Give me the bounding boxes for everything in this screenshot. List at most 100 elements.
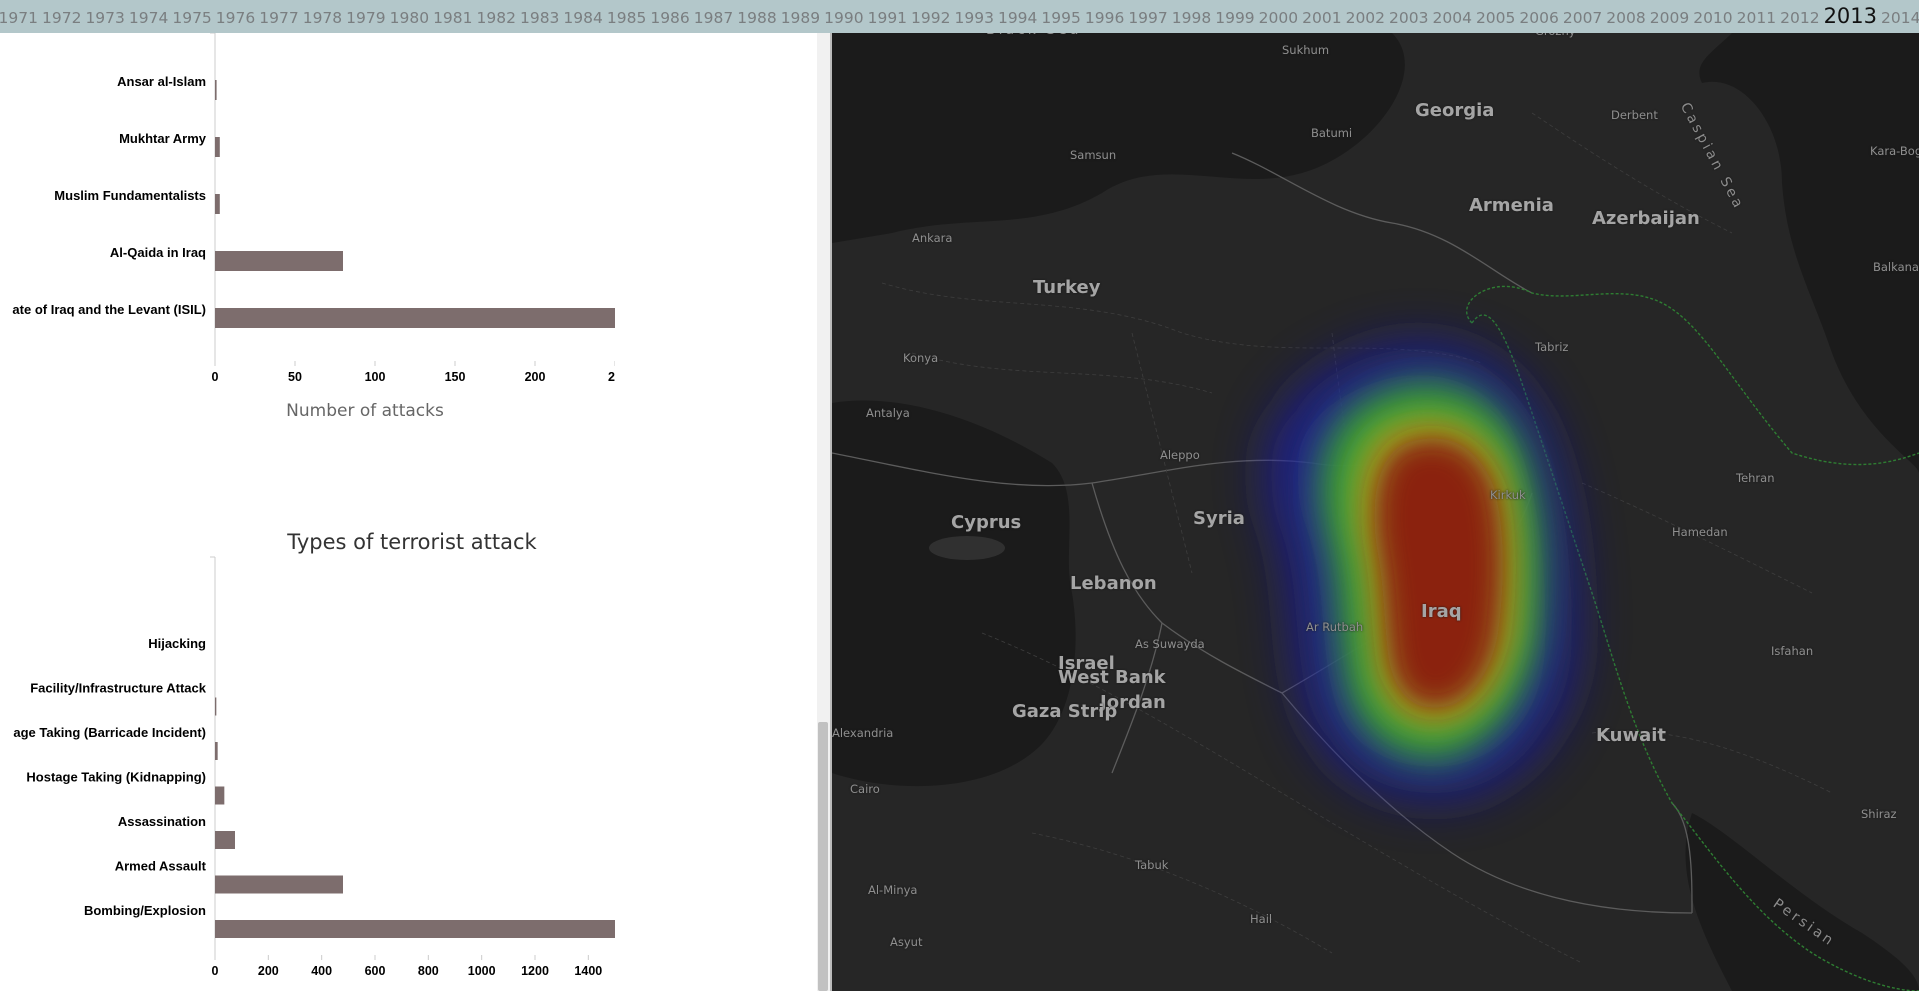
category-label: Mukhtar Army [119, 131, 207, 146]
year-1979[interactable]: 1979 [344, 9, 387, 27]
year-1971[interactable]: 1971 [0, 9, 40, 27]
year-1994[interactable]: 1994 [996, 9, 1039, 27]
year-1995[interactable]: 1995 [1039, 9, 1082, 27]
x-tick-label: 50 [288, 370, 302, 384]
year-1988[interactable]: 1988 [735, 9, 778, 27]
year-1986[interactable]: 1986 [648, 9, 691, 27]
x-tick-label: 0 [212, 964, 219, 978]
x-tick-label: 100 [365, 370, 386, 384]
category-label: Al-Qaida in Iraq [110, 245, 206, 260]
year-1981[interactable]: 1981 [431, 9, 474, 27]
bar [215, 308, 615, 328]
map-label-west-bank: West Bank [1058, 667, 1166, 688]
year-1980[interactable]: 1980 [388, 9, 431, 27]
category-label: ate of Iraq and the Levant (ISIL) [12, 302, 206, 317]
bar [215, 697, 217, 716]
map-label-isfahan: Isfahan [1771, 644, 1814, 658]
year-1992[interactable]: 1992 [909, 9, 952, 27]
bar [215, 875, 343, 894]
map-label-lebanon: Lebanon [1070, 573, 1157, 594]
map-label-armenia: Armenia [1469, 195, 1554, 216]
x-tick-label: 1400 [574, 964, 602, 978]
map-label-al-minya: Al-Minya [868, 883, 918, 897]
map-label-kara-bog-gol: Kara-Bog Gol [1870, 144, 1919, 158]
bar [215, 831, 235, 849]
map-label-kirkuk: Kirkuk [1490, 488, 1526, 502]
map-label-tabriz: Tabriz [1535, 340, 1569, 354]
bar [215, 80, 217, 100]
year-1977[interactable]: 1977 [257, 9, 300, 27]
year-2001[interactable]: 2001 [1300, 9, 1343, 27]
year-timeline: 1970197119721973197419751976197719781979… [0, 0, 1919, 33]
year-1975[interactable]: 1975 [170, 9, 213, 27]
year-1972[interactable]: 1972 [40, 9, 83, 27]
year-2002[interactable]: 2002 [1344, 9, 1387, 27]
x-tick-label: 800 [418, 964, 439, 978]
map-label-batumi: Batumi [1311, 126, 1353, 140]
x-tick-label: 200 [525, 370, 546, 384]
persian-gulf [1685, 813, 1919, 991]
year-2007[interactable]: 2007 [1561, 9, 1604, 27]
year-2006[interactable]: 2006 [1517, 9, 1560, 27]
map-label-alexandria: Alexandria [832, 726, 894, 740]
year-2000[interactable]: 2000 [1257, 9, 1300, 27]
x-tick-label: 400 [311, 964, 332, 978]
map-label-ar-rutbah: Ar Rutbah [1306, 620, 1364, 634]
x-tick-label: 0 [212, 370, 219, 384]
year-2014[interactable]: 2014 [1879, 9, 1919, 27]
chart-clip-mask [615, 33, 817, 453]
map-label-black-sea: Black Sea [986, 33, 1081, 38]
year-2012[interactable]: 2012 [1778, 9, 1821, 27]
year-1991[interactable]: 1991 [866, 9, 909, 27]
year-1984[interactable]: 1984 [561, 9, 604, 27]
x-tick-label: 1200 [521, 964, 549, 978]
map-label-aleppo: Aleppo [1160, 448, 1200, 462]
bar [215, 194, 220, 214]
year-1998[interactable]: 1998 [1170, 9, 1213, 27]
year-2005[interactable]: 2005 [1474, 9, 1517, 27]
year-2003[interactable]: 2003 [1387, 9, 1430, 27]
year-1993[interactable]: 1993 [953, 9, 996, 27]
map-label-samsun: Samsun [1070, 148, 1117, 162]
year-1982[interactable]: 1982 [475, 9, 518, 27]
map-label-derbent: Derbent [1611, 108, 1658, 122]
heatmap-map[interactable]: Turkey Georgia Armenia Azerbaijan Syria Iraq K… [832, 33, 1919, 991]
year-1997[interactable]: 1997 [1126, 9, 1169, 27]
category-label: Bombing/Explosion [84, 903, 206, 918]
year-1989[interactable]: 1989 [779, 9, 822, 27]
year-1974[interactable]: 1974 [127, 9, 170, 27]
year-1999[interactable]: 1999 [1213, 9, 1256, 27]
category-label: age Taking (Barricade Incident) [13, 725, 206, 740]
year-2010[interactable]: 2010 [1691, 9, 1734, 27]
category-label: Ansar al-Islam [117, 74, 206, 89]
map-label-grozny: Grozny [1535, 33, 1576, 38]
year-1987[interactable]: 1987 [692, 9, 735, 27]
year-1976[interactable]: 1976 [214, 9, 257, 27]
x-tick-label: 600 [365, 964, 386, 978]
year-2009[interactable]: 2009 [1648, 9, 1691, 27]
scrollbar-thumb[interactable] [818, 722, 828, 991]
map-label-tabuk: Tabuk [1135, 858, 1169, 872]
category-label: Muslim Fundamentalists [54, 188, 206, 203]
map-label-syria: Syria [1193, 508, 1245, 529]
x-axis-title: Number of attacks [286, 401, 444, 421]
year-1978[interactable]: 1978 [301, 9, 344, 27]
year-1996[interactable]: 1996 [1083, 9, 1126, 27]
year-2008[interactable]: 2008 [1604, 9, 1647, 27]
year-2011[interactable]: 2011 [1735, 9, 1778, 27]
chart-clip-mask [615, 521, 817, 991]
bar [215, 742, 218, 760]
category-label: Facility/Infrastructure Attack [30, 681, 207, 696]
bar [215, 786, 225, 805]
year-2004[interactable]: 2004 [1430, 9, 1473, 27]
year-2013[interactable]: 2013 [1822, 5, 1879, 27]
year-1973[interactable]: 1973 [83, 9, 126, 27]
year-1983[interactable]: 1983 [518, 9, 561, 27]
map-label-sukhum: Sukhum [1282, 43, 1330, 57]
map-label-azerbaijan: Azerbaijan [1592, 208, 1700, 229]
map-label-antalya: Antalya [866, 406, 910, 420]
year-1990[interactable]: 1990 [822, 9, 865, 27]
map-label-gaza-strip: Gaza Strip [1012, 701, 1118, 722]
map-label-asyut: Asyut [890, 935, 923, 949]
year-1985[interactable]: 1985 [605, 9, 648, 27]
